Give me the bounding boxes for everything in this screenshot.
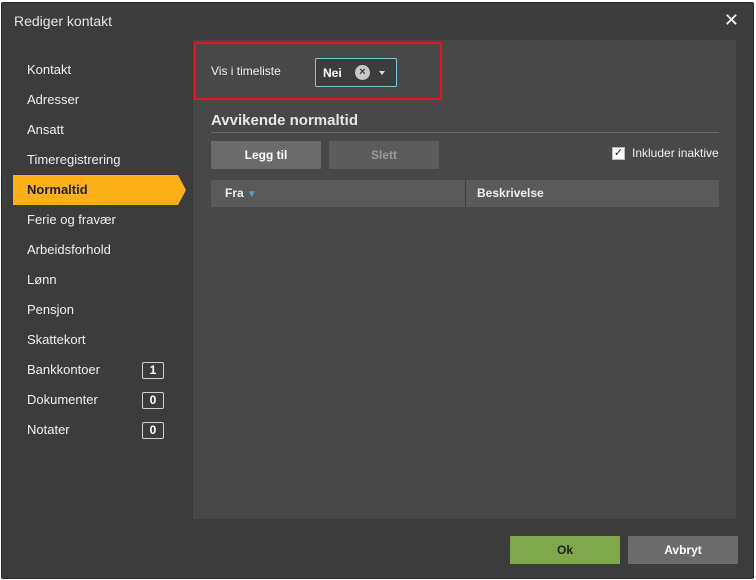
sidebar-item-label: Pensjon [27,302,74,317]
sidebar-item-notater[interactable]: Notater 0 [2,415,192,445]
sidebar-item-timeregistrering[interactable]: Timeregistrering [2,145,192,175]
sidebar-item-ferie[interactable]: Ferie og fravær [2,205,192,235]
column-header-fra[interactable]: Fra ▼ [225,180,465,207]
include-inactive-label: Inkluder inaktive [632,146,719,160]
count-badge: 1 [142,362,164,379]
titlebar: Rediger kontakt ✕ [2,3,753,39]
sidebar-item-label: Adresser [27,92,80,107]
sidebar-item-kontakt[interactable]: Kontakt [2,55,192,85]
column-header-beskrivelse[interactable]: Beskrivelse [477,180,707,207]
sidebar-item-adresser[interactable]: Adresser [2,85,192,115]
add-button[interactable]: Legg til [211,141,321,169]
caret-down-icon[interactable] [379,71,385,75]
sidebar: Kontakt Adresser Ansatt Timeregistrering… [2,55,192,445]
sidebar-item-lonn[interactable]: Lønn [2,265,192,295]
check-icon[interactable]: ✓ [612,147,625,160]
cancel-button[interactable]: Avbryt [628,536,738,564]
delete-button[interactable]: Slett [329,141,439,169]
sidebar-item-bankkontoer[interactable]: Bankkontoer 1 [2,355,192,385]
sort-down-icon: ▼ [246,189,257,200]
column-label: Fra [225,186,244,200]
sidebar-item-label: Notater [27,422,70,437]
sidebar-item-arbeidsforhold[interactable]: Arbeidsforhold [2,235,192,265]
sidebar-item-label: Timeregistrering [27,152,121,167]
close-icon[interactable]: ✕ [724,11,739,29]
ok-button[interactable]: Ok [510,536,620,564]
sidebar-item-label: Arbeidsforhold [27,242,111,257]
count-badge: 0 [142,392,164,409]
sidebar-item-label: Normaltid [27,182,88,197]
sidebar-item-label: Ferie og fravær [27,212,116,227]
select-value: Nei [323,66,342,80]
sidebar-item-label: Skattekort [27,332,86,347]
sidebar-item-pensjon[interactable]: Pensjon [2,295,192,325]
sidebar-item-skattekort[interactable]: Skattekort [2,325,192,355]
column-label: Beskrivelse [477,186,544,200]
sidebar-item-label: Kontakt [27,62,72,77]
column-divider[interactable] [465,180,466,207]
sidebar-item-label: Ansatt [27,122,64,137]
count-badge: 0 [142,422,164,439]
sidebar-item-label: Dokumenter [27,392,98,407]
vis-i-timeliste-select[interactable]: Nei × [315,58,397,87]
sidebar-item-ansatt[interactable]: Ansatt [2,115,192,145]
section-title: Avvikende normaltid [211,112,719,133]
vis-i-timeliste-label: Vis i timeliste [211,64,281,78]
sidebar-item-normaltid[interactable]: Normaltid [13,175,186,205]
sidebar-item-label: Lønn [27,272,57,287]
clear-icon[interactable]: × [355,65,370,80]
grid-header: Fra ▼ Beskrivelse [211,180,719,207]
sidebar-item-label: Bankkontoer [27,362,100,377]
sidebar-item-dokumenter[interactable]: Dokumenter 0 [2,385,192,415]
dialog-title: Rediger kontakt [14,13,113,29]
